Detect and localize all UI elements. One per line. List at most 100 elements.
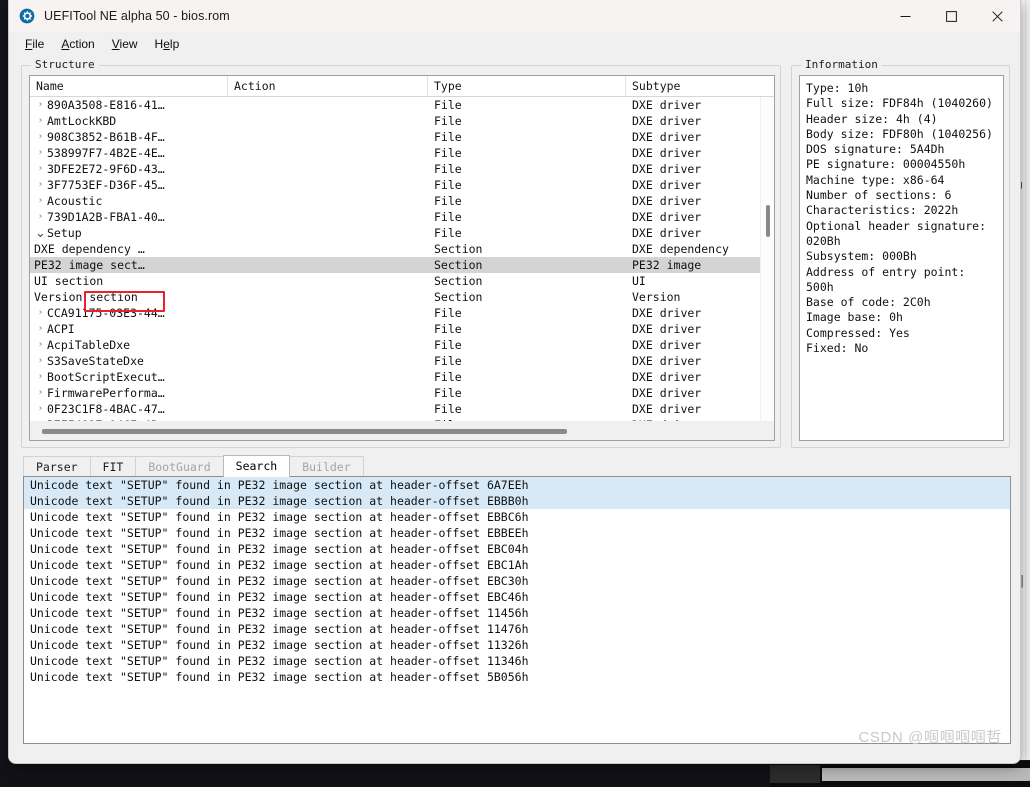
information-line: Fixed: No: [806, 341, 869, 356]
chevron-down-icon[interactable]: ⌄: [34, 227, 47, 240]
structure-tree[interactable]: Name Action Type Subtype › 890A3508-E816-…: [29, 75, 775, 441]
menu-item-help[interactable]: Help: [147, 34, 189, 54]
tree-cell-name: › FirmwarePerforma…: [30, 385, 228, 401]
table-row[interactable]: › 3F7753EF-D36F-45… File DXE driver: [30, 177, 774, 193]
menu-file-rest: ile: [32, 36, 45, 51]
tab-parser[interactable]: Parser: [23, 456, 91, 477]
tree-cell-type: File: [434, 162, 462, 176]
table-row[interactable]: › 0F23C1F8-4BAC-47… File DXE driver: [30, 401, 774, 417]
menu-help-mnemonic: e: [163, 36, 170, 51]
tree-vertical-scrollbar[interactable]: [760, 97, 774, 421]
tree-cell-subtype: UI: [632, 274, 646, 288]
search-result-row[interactable]: Unicode text "SETUP" found in PE32 image…: [24, 541, 1010, 557]
table-row[interactable]: › S3SaveStateDxe File DXE driver: [30, 353, 774, 369]
window-controls: [882, 0, 1020, 32]
table-row[interactable]: › ACPI File DXE driver: [30, 321, 774, 337]
tree-cell-subtype: DXE driver: [632, 354, 702, 368]
search-result-row[interactable]: Unicode text "SETUP" found in PE32 image…: [24, 573, 1010, 589]
tree-column-header-subtype[interactable]: Subtype: [626, 76, 774, 97]
tree-column-header-name[interactable]: Name: [30, 76, 228, 97]
search-result-row[interactable]: Unicode text "SETUP" found in PE32 image…: [24, 669, 1010, 685]
table-row[interactable]: › 538997F7-4B2E-4E… File DXE driver: [30, 145, 774, 161]
search-result-row[interactable]: Unicode text "SETUP" found in PE32 image…: [24, 557, 1010, 573]
tree-cell-action: [228, 369, 428, 385]
tree-cell-subtype: DXE driver: [632, 386, 702, 400]
tree-column-header-action[interactable]: Action: [228, 76, 428, 97]
tree-cell-type: File: [434, 386, 462, 400]
search-result-row[interactable]: Unicode text "SETUP" found in PE32 image…: [24, 525, 1010, 541]
search-result-row[interactable]: Unicode text "SETUP" found in PE32 image…: [24, 621, 1010, 637]
tab-search[interactable]: Search: [222, 455, 291, 477]
maximize-button[interactable]: [928, 0, 974, 32]
chevron-right-icon[interactable]: ›: [34, 129, 47, 145]
chevron-right-icon[interactable]: ›: [34, 353, 47, 369]
table-row[interactable]: Version section Section Version: [30, 289, 774, 305]
tree-cell-name: › 538997F7-4B2E-4E…: [30, 145, 228, 161]
table-row[interactable]: › 3DFE2E72-9F6D-43… File DXE driver: [30, 161, 774, 177]
tree-item-label: FirmwarePerforma…: [47, 386, 165, 400]
tree-vertical-scroll-thumb[interactable]: [766, 205, 770, 237]
tree-item-label: 538997F7-4B2E-4E…: [47, 146, 165, 160]
chevron-right-icon[interactable]: ›: [34, 369, 47, 385]
table-row[interactable]: UI section Section UI: [30, 273, 774, 289]
minimize-button[interactable]: [882, 0, 928, 32]
table-row[interactable]: › Acoustic File DXE driver: [30, 193, 774, 209]
chevron-right-icon[interactable]: ›: [34, 177, 47, 193]
search-result-row[interactable]: Unicode text "SETUP" found in PE32 image…: [24, 509, 1010, 525]
table-row[interactable]: PE32 image sect… Section PE32 image: [30, 257, 774, 273]
table-row[interactable]: › FirmwarePerforma… File DXE driver: [30, 385, 774, 401]
search-result-row[interactable]: Unicode text "SETUP" found in PE32 image…: [24, 477, 1010, 493]
tree-horizontal-scroll-thumb[interactable]: [42, 429, 567, 434]
information-line: Address of entry point: 500h: [806, 264, 973, 294]
tree-column-header-type[interactable]: Type: [428, 76, 626, 97]
chevron-right-icon[interactable]: ›: [34, 305, 47, 321]
tree-cell-name: › 3DFE2E72-9F6D-43…: [30, 161, 228, 177]
chevron-right-icon[interactable]: ›: [34, 193, 47, 209]
chevron-right-icon[interactable]: ›: [34, 161, 47, 177]
table-row[interactable]: › 890A3508-E816-41… File DXE driver: [30, 97, 774, 113]
table-row[interactable]: DXE dependency … Section DXE dependency: [30, 241, 774, 257]
search-result-row[interactable]: Unicode text "SETUP" found in PE32 image…: [24, 493, 1010, 509]
table-row[interactable]: ⌄ Setup File DXE driver: [30, 225, 774, 241]
tree-cell-subtype: DXE driver: [632, 178, 702, 192]
close-button[interactable]: [974, 0, 1020, 32]
minimize-icon: [900, 15, 910, 17]
tab-fit[interactable]: FIT: [89, 456, 137, 477]
tree-horizontal-scrollbar[interactable]: [30, 421, 774, 440]
search-result-row[interactable]: Unicode text "SETUP" found in PE32 image…: [24, 653, 1010, 669]
chevron-right-icon[interactable]: ›: [34, 145, 47, 161]
chevron-right-icon[interactable]: ›: [34, 401, 47, 417]
table-row[interactable]: › AmtLockKBD File DXE driver: [30, 113, 774, 129]
chevron-right-icon[interactable]: ›: [34, 385, 47, 401]
chevron-right-icon[interactable]: ›: [34, 337, 47, 353]
table-row[interactable]: › CCA91175-03E3-44… File DXE driver: [30, 305, 774, 321]
search-result-row[interactable]: Unicode text "SETUP" found in PE32 image…: [24, 589, 1010, 605]
search-result-row[interactable]: Unicode text "SETUP" found in PE32 image…: [24, 637, 1010, 653]
chevron-right-icon[interactable]: ›: [34, 209, 47, 225]
information-text-panel[interactable]: Type: 10h Full size: FDF84h (1040260) Head…: [799, 75, 1004, 441]
table-row[interactable]: › 908C3852-B61B-4F… File DXE driver: [30, 129, 774, 145]
tree-cell-name: › 0F23C1F8-4BAC-47…: [30, 401, 228, 417]
information-line: PE signature: 00004550h: [806, 157, 966, 172]
table-row[interactable]: › AcpiTableDxe File DXE driver: [30, 337, 774, 353]
search-result-row[interactable]: Unicode text "SETUP" found in PE32 image…: [24, 605, 1010, 621]
tree-cell-name: › AcpiTableDxe: [30, 337, 228, 353]
search-results-list[interactable]: Unicode text "SETUP" found in PE32 image…: [23, 476, 1011, 744]
table-row[interactable]: › 739D1A2B-FBA1-40… File DXE driver: [30, 209, 774, 225]
tree-cell-type: File: [434, 322, 462, 336]
menu-view-mnemonic: V: [111, 36, 120, 51]
tree-cell-action: [228, 273, 428, 289]
tree-cell-type: Section: [434, 258, 483, 272]
chevron-right-icon[interactable]: ›: [34, 113, 47, 129]
chevron-right-icon[interactable]: ›: [34, 97, 47, 113]
information-groupbox: Information Type: 10h Full size: FDF84h (…: [791, 58, 1010, 448]
menu-item-view[interactable]: View: [104, 34, 147, 54]
chevron-right-icon[interactable]: ›: [34, 321, 47, 337]
menu-item-action[interactable]: Action: [53, 34, 103, 54]
information-line: Type: 10h: [806, 81, 869, 95]
menu-item-file[interactable]: File: [17, 34, 53, 54]
tree-cell-subtype: DXE dependency: [632, 242, 729, 256]
menu-view-rest: iew: [119, 36, 138, 51]
tree-cell-subtype: DXE driver: [632, 130, 702, 144]
table-row[interactable]: › BootScriptExecut… File DXE driver: [30, 369, 774, 385]
